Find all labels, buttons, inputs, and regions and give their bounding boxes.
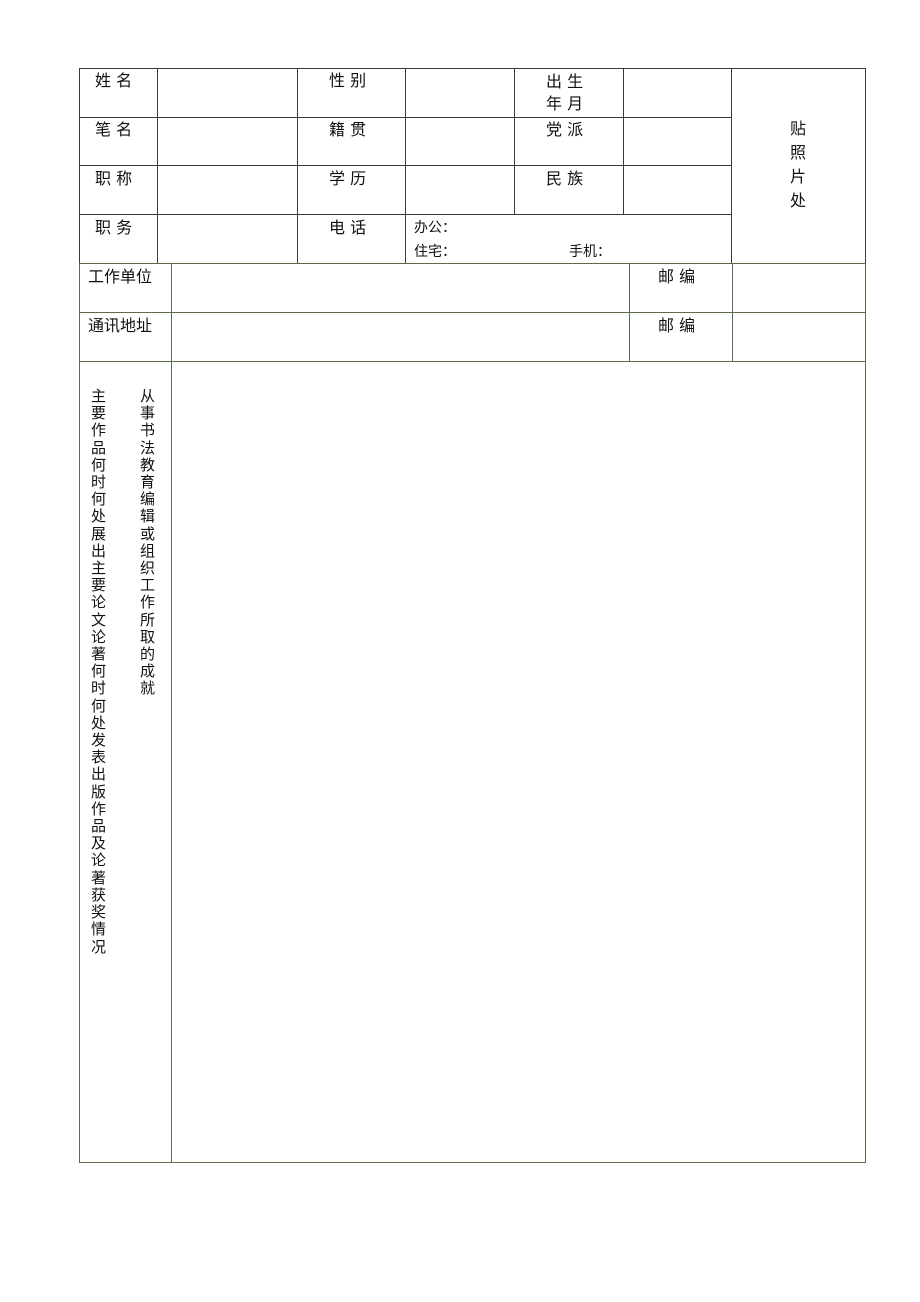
position-label: 职 务 xyxy=(95,218,133,237)
native-place-field[interactable] xyxy=(405,117,515,166)
address-label: 通讯地址 xyxy=(88,316,153,335)
gender-label: 性 别 xyxy=(329,71,367,90)
works-field[interactable] xyxy=(171,361,866,1163)
education-label: 学 历 xyxy=(329,169,367,188)
photo-label-3: 片 xyxy=(790,167,807,186)
birth-label-line2: 年 月 xyxy=(546,94,584,113)
position-field[interactable] xyxy=(157,214,298,264)
photo-area[interactable] xyxy=(731,68,866,264)
postcode-label: 邮 编 xyxy=(658,267,696,286)
postcode-label: 邮 编 xyxy=(658,316,696,335)
postcode-field[interactable] xyxy=(732,263,866,313)
birth-field[interactable] xyxy=(623,68,732,118)
birth-label-line1: 出 生 xyxy=(546,72,584,91)
pen-name-label: 笔 名 xyxy=(95,120,133,139)
works-label-column-2: 从事书法教育 编辑或组织工作所取的成就 xyxy=(140,387,156,698)
photo-label-1: 贴 xyxy=(790,119,807,138)
mobile-phone-label: 手机： xyxy=(569,244,611,260)
postcode-field[interactable] xyxy=(732,312,866,362)
name-field[interactable] xyxy=(157,68,298,118)
party-field[interactable] xyxy=(623,117,732,166)
home-phone-label: 住宅： xyxy=(414,244,456,260)
address-field[interactable] xyxy=(171,312,630,362)
native-place-label: 籍 贯 xyxy=(329,120,367,139)
registration-form: 姓 名 性 别 出 生 年 月 笔 名 籍 贯 党 派 职 称 学 历 民 族 … xyxy=(0,0,920,1302)
work-unit-field[interactable] xyxy=(171,263,630,313)
works-label-column-1: 主要作品何时何处展出 主要论文 论著何时何处发表 出版 作品及论著获奖情况 xyxy=(91,387,107,956)
office-phone-label: 办公： xyxy=(414,220,456,236)
ethnicity-field[interactable] xyxy=(623,165,732,215)
name-label: 姓 名 xyxy=(95,71,133,90)
phone-label: 电 话 xyxy=(329,218,367,237)
photo-label-2: 照 xyxy=(790,143,807,162)
party-label: 党 派 xyxy=(546,120,584,139)
photo-label-4: 处 xyxy=(790,191,807,210)
work-unit-label: 工作单位 xyxy=(88,267,153,286)
ethnicity-label: 民 族 xyxy=(546,169,584,188)
gender-field[interactable] xyxy=(405,68,515,118)
pen-name-field[interactable] xyxy=(157,117,298,166)
education-field[interactable] xyxy=(405,165,515,215)
title-label: 职 称 xyxy=(95,169,133,188)
title-field[interactable] xyxy=(157,165,298,215)
